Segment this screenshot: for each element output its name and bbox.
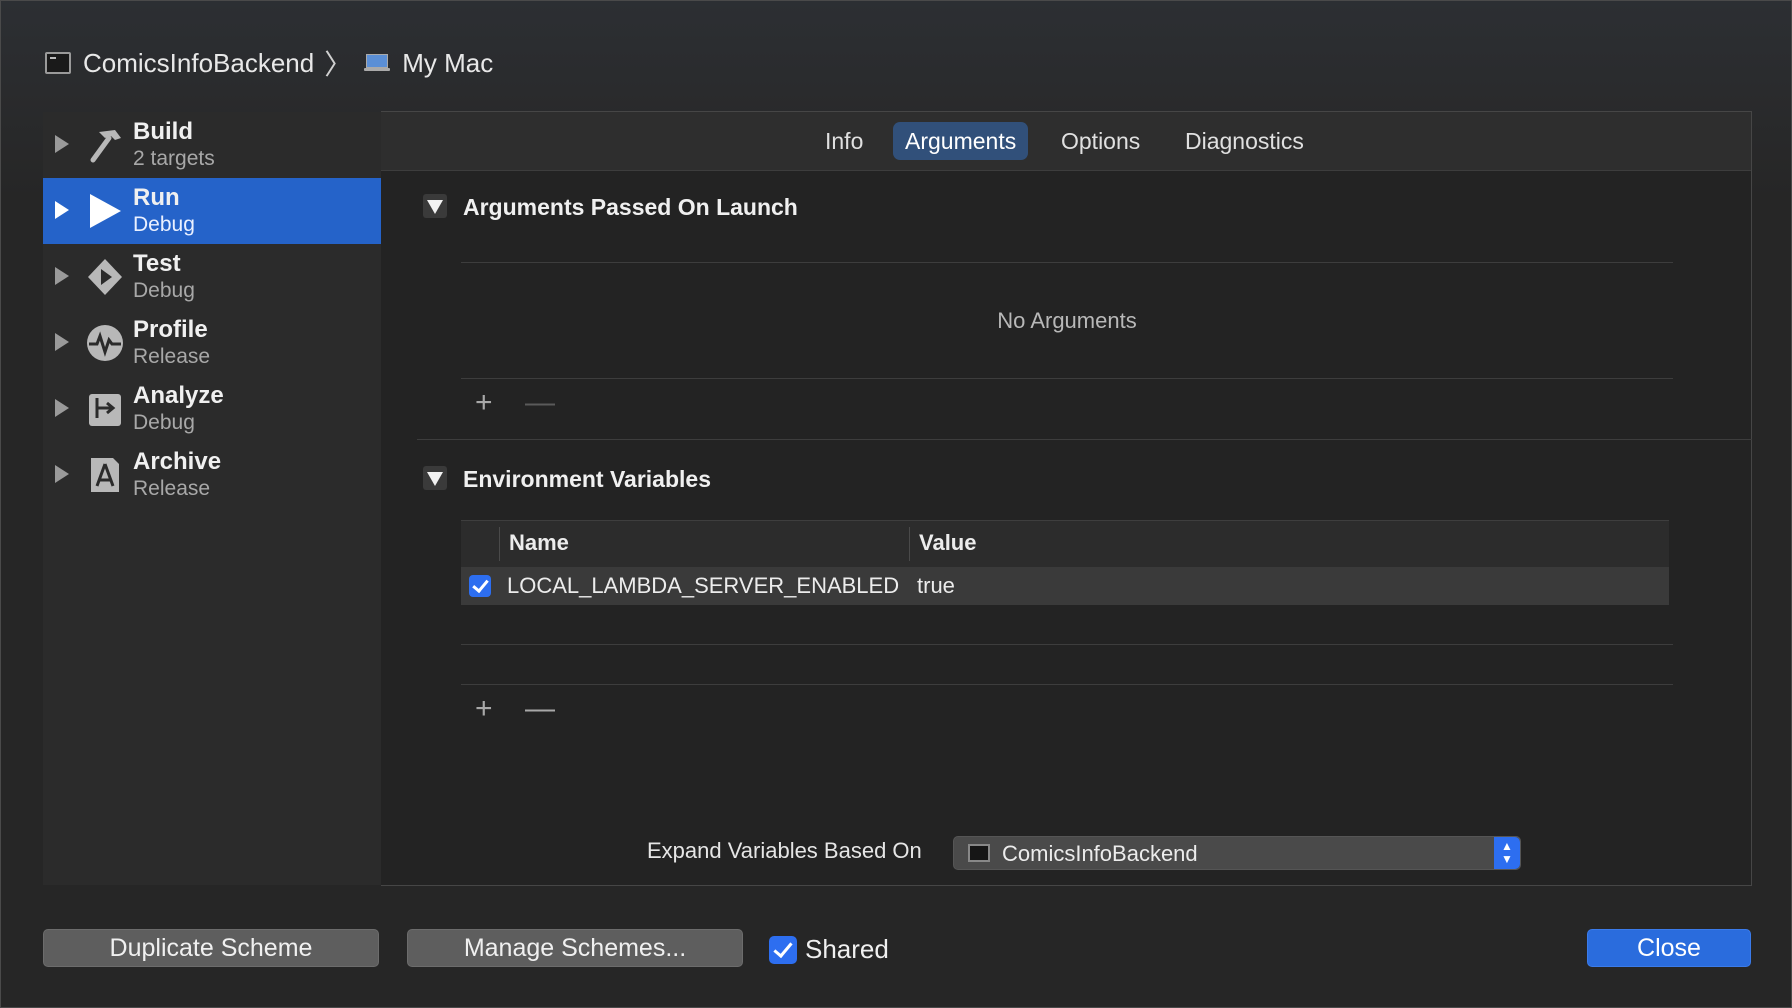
- sidebar-item-title: Test: [133, 250, 181, 277]
- table-row[interactable]: LOCAL_LAMBDA_SERVER_ENABLED true: [461, 567, 1669, 605]
- sidebar-item-subtitle: 2 targets: [133, 147, 215, 170]
- test-diamond-icon: [88, 259, 122, 295]
- breadcrumb: ComicsInfoBackend 〉 My Mac: [45, 43, 493, 83]
- sidebar-item-analyze[interactable]: Analyze Debug: [43, 376, 381, 442]
- disclosure-triangle-icon[interactable]: [55, 399, 69, 417]
- tab-diagnostics[interactable]: Diagnostics: [1173, 122, 1316, 160]
- env-value-cell[interactable]: true: [917, 573, 955, 599]
- sidebar-item-build[interactable]: Build 2 targets: [43, 112, 381, 178]
- disclosure-triangle-icon[interactable]: [55, 333, 69, 351]
- expand-variables-popup[interactable]: ComicsInfoBackend ▲ ▼: [953, 836, 1521, 870]
- disclosure-triangle-icon[interactable]: [55, 201, 69, 219]
- arguments-section-title: Arguments Passed On Launch: [463, 194, 798, 220]
- expand-variables-label: Expand Variables Based On: [647, 838, 922, 863]
- add-variable-button[interactable]: +: [475, 694, 493, 724]
- remove-variable-button[interactable]: —: [525, 694, 555, 724]
- sidebar-item-subtitle: Debug: [133, 213, 195, 236]
- analyze-icon: [89, 394, 121, 426]
- section-divider: [417, 439, 1752, 440]
- mac-icon: [364, 54, 391, 72]
- manage-schemes-button[interactable]: Manage Schemes...: [407, 929, 743, 967]
- terminal-icon: [45, 52, 71, 74]
- breadcrumb-destination[interactable]: My Mac: [402, 48, 493, 79]
- sidebar-item-profile[interactable]: Profile Release: [43, 310, 381, 376]
- disclosure-triangle-icon[interactable]: [55, 135, 69, 153]
- terminal-icon: [968, 844, 990, 862]
- sidebar-item-subtitle: Debug: [133, 279, 195, 302]
- divider: [461, 684, 1673, 685]
- env-enabled-checkbox[interactable]: [469, 575, 491, 597]
- close-button[interactable]: Close: [1587, 929, 1751, 967]
- environment-section-title: Environment Variables: [463, 466, 711, 492]
- scheme-editor-window: ComicsInfoBackend 〉 My Mac Build 2 targe…: [0, 0, 1792, 1008]
- arguments-disclosure-icon[interactable]: [423, 194, 447, 218]
- tab-bar: Info Arguments Options Diagnostics: [381, 112, 1751, 171]
- env-name-cell[interactable]: LOCAL_LAMBDA_SERVER_ENABLED: [507, 573, 899, 599]
- sidebar-item-title: Analyze: [133, 382, 224, 409]
- disclosure-triangle-icon[interactable]: [55, 465, 69, 483]
- sidebar-item-subtitle: Release: [133, 477, 211, 500]
- duplicate-scheme-button[interactable]: Duplicate Scheme: [43, 929, 379, 967]
- scheme-detail-panel: Info Arguments Options Diagnostics Argum…: [381, 111, 1752, 886]
- sidebar-item-title: Profile: [133, 316, 208, 343]
- chevron-right-icon: 〉: [324, 49, 353, 80]
- tab-info[interactable]: Info: [813, 122, 875, 160]
- shared-checkbox[interactable]: [769, 936, 797, 964]
- column-header-name[interactable]: Name: [509, 530, 569, 556]
- archive-icon: [91, 458, 119, 492]
- sidebar-item-title: Run: [133, 184, 180, 211]
- column-separator: [909, 527, 910, 561]
- divider: [461, 644, 1673, 645]
- sidebar-item-test[interactable]: Test Debug: [43, 244, 381, 310]
- remove-argument-button[interactable]: —: [525, 388, 555, 418]
- expand-variables-value: ComicsInfoBackend: [1002, 841, 1198, 866]
- breadcrumb-scheme[interactable]: ComicsInfoBackend: [83, 48, 314, 79]
- env-table-header: Name Value: [461, 520, 1669, 568]
- disclosure-triangle-icon[interactable]: [55, 267, 69, 285]
- column-separator: [499, 527, 500, 561]
- tab-arguments[interactable]: Arguments: [893, 122, 1029, 160]
- environment-disclosure-icon[interactable]: [423, 466, 447, 490]
- tab-options[interactable]: Options: [1049, 122, 1152, 160]
- add-argument-button[interactable]: +: [475, 388, 493, 418]
- divider: [461, 378, 1673, 379]
- shared-label[interactable]: Shared: [805, 934, 889, 965]
- column-header-value[interactable]: Value: [919, 530, 976, 556]
- sidebar-item-run[interactable]: Run Debug: [43, 178, 381, 244]
- divider: [461, 262, 1673, 263]
- chevron-up-down-icon: ▲ ▼: [1494, 837, 1520, 869]
- sidebar-item-subtitle: Release: [133, 345, 211, 368]
- hammer-icon: [90, 130, 121, 163]
- play-icon: [90, 194, 121, 228]
- no-arguments-text: No Arguments: [997, 308, 1137, 333]
- sidebar-item-subtitle: Debug: [133, 411, 195, 434]
- scheme-actions-sidebar: Build 2 targets Run Debug Test Debug Pro…: [43, 112, 382, 885]
- sidebar-item-archive[interactable]: Archive Release: [43, 442, 381, 508]
- sidebar-item-title: Archive: [133, 448, 222, 475]
- waveform-icon: [87, 325, 123, 361]
- sidebar-item-title: Build: [133, 118, 193, 145]
